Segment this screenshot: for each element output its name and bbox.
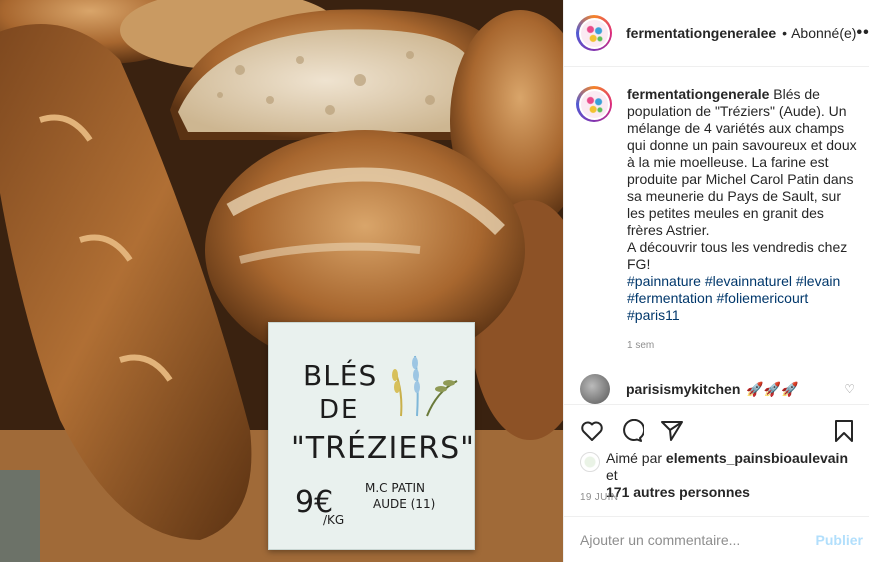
sign-line-1: BLÉS (303, 359, 378, 392)
caption-body: Blés de population de "Tréziers" (Aude).… (627, 86, 857, 238)
bookmark-icon[interactable] (833, 419, 855, 443)
wheat-icon (392, 355, 458, 417)
likes-and: et (606, 467, 618, 483)
caption-username[interactable]: fermentationgenerale (627, 86, 769, 102)
comment-input[interactable]: Ajouter un commentaire... (580, 532, 740, 548)
caption-author-avatar[interactable] (576, 86, 612, 122)
likes-prefix: Aimé par (606, 450, 663, 466)
share-icon[interactable] (660, 419, 684, 443)
likes-text: Aimé par elements_painsbioaulevain et 17… (606, 450, 855, 501)
post-date[interactable]: 19 JUIN (580, 492, 618, 503)
heart-outline-icon[interactable]: ♡ (844, 382, 855, 396)
likes-others-count[interactable]: 171 autres personnes (606, 484, 750, 500)
sign-line-4: M.C PATIN (365, 481, 425, 495)
caption-hashtags[interactable]: #painnature #levainnaturel #levain #ferm… (627, 273, 840, 323)
author-avatar[interactable] (576, 15, 612, 51)
post-photo[interactable]: BLÉS DE "TRÉZIERS" M.C PATIN AUDE (11) 9… (0, 0, 563, 562)
comment-icon[interactable] (620, 418, 644, 443)
caption-text-block: fermentationgenerale Blés de population … (627, 86, 858, 324)
post-caption: fermentationgenerale Blés de population … (576, 86, 858, 351)
brand-logo-icon (580, 19, 608, 47)
likes-summary: Aimé par elements_painsbioaulevain et 17… (580, 450, 855, 501)
liker-avatar[interactable] (580, 452, 600, 472)
post-header: fermentationgeneralee • Abonné(e) ••• (564, 0, 869, 67)
more-horizontal-icon[interactable]: ••• (856, 24, 869, 42)
sign-line-2: DE (319, 395, 360, 425)
sign-unit: /KG (323, 513, 345, 527)
follow-status-button[interactable]: Abonné(e) (791, 25, 856, 41)
comment-text: 🚀🚀🚀 (746, 380, 799, 397)
add-comment-bar: Ajouter un commentaire... Publier (564, 516, 869, 562)
action-bar (564, 404, 869, 456)
heart-icon[interactable] (580, 419, 604, 443)
author-username[interactable]: fermentationgeneralee (626, 25, 776, 41)
comment-row: parisismykitchen 🚀🚀🚀 ♡ (580, 374, 855, 404)
brand-logo-icon (580, 90, 608, 118)
post-comment-button[interactable]: Publier (816, 532, 863, 548)
liker-username[interactable]: elements_painsbioaulevain (666, 450, 848, 466)
sign-line-5: AUDE (11) (373, 497, 436, 511)
sign-line-3: "TRÉZIERS" (291, 431, 475, 466)
caption-timestamp[interactable]: 1 sem (627, 340, 858, 351)
separator-dot: • (782, 25, 788, 41)
caption-body-2: A découvrir tous les vendredis chez FG! (627, 239, 848, 272)
commenter-username[interactable]: parisismykitchen (626, 381, 740, 397)
commenter-avatar[interactable] (580, 374, 610, 404)
post-side-panel: fermentationgeneralee • Abonné(e) ••• fe… (563, 0, 869, 562)
price-sign: BLÉS DE "TRÉZIERS" M.C PATIN AUDE (11) 9… (268, 322, 475, 550)
